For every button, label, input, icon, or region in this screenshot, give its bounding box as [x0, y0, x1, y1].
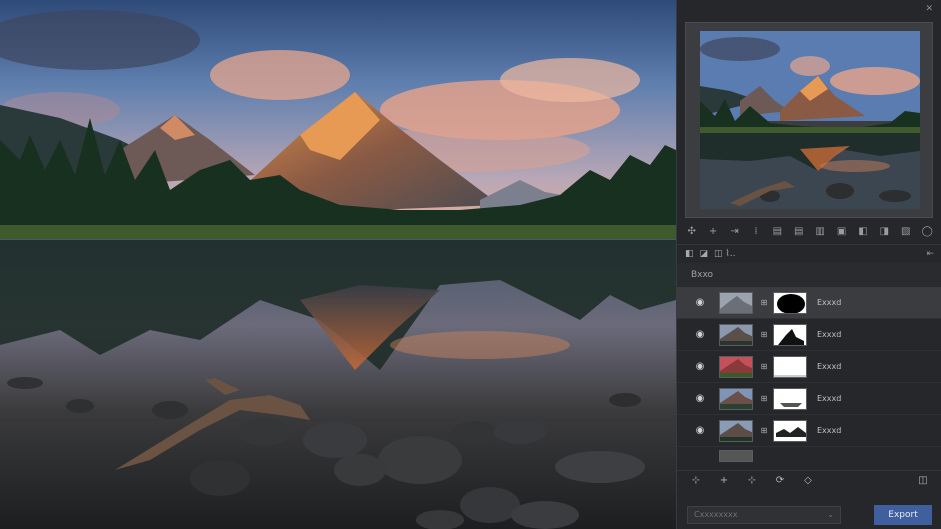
- tab-paths[interactable]: ◫ ⌇..: [714, 249, 735, 259]
- close-icon[interactable]: ✕: [925, 4, 933, 14]
- image-canvas[interactable]: [0, 0, 676, 529]
- layer-name: Exxxd: [817, 362, 842, 371]
- layer-row-3[interactable]: ◉ ⊞ Exxxd: [677, 351, 941, 383]
- move-tool-icon[interactable]: ✣: [685, 224, 699, 238]
- layer-thumbnail: [719, 387, 753, 410]
- chevron-down-icon: ⌄: [827, 510, 834, 519]
- filter-icon[interactable]: ▧: [899, 224, 913, 238]
- layer-mask-thumbnail: [773, 291, 807, 314]
- layer-list: ◉ ⊞ Exxxd ◉ ⊞ Exxxd ◉ ⊞ Exxxd ◉ ⊞ Exxxd …: [677, 287, 941, 465]
- add-layer-icon[interactable]: +: [717, 474, 731, 488]
- link-icon[interactable]: ⊞: [759, 298, 769, 307]
- layer-actions-bar: ⊹ + ⊹ ⟳ ◇ ◫: [677, 470, 941, 490]
- layer-tabs: ◧ ◪ ◫ ⌇.. ⇤: [677, 244, 941, 262]
- layers-header: Bxxo: [677, 263, 941, 287]
- layer-mask-thumbnail: [773, 387, 807, 410]
- add-icon[interactable]: +: [706, 224, 720, 238]
- layers-panel: ✕ ✣ + ⇥ ⁞ ▤ ▤ ▥ ▣ ◧ ◨ ▧ ◯ ◧ ◪ ◫ ⌇.. ⇤ Bx…: [676, 0, 941, 529]
- export-footer: Cxxxxxxxx ⌄ Export: [677, 500, 941, 529]
- more-icon[interactable]: ⁞: [749, 224, 763, 238]
- shape-icon[interactable]: ◇: [801, 474, 815, 488]
- visibility-eye-icon[interactable]: ◉: [693, 361, 707, 372]
- layer-mask-thumbnail: [773, 419, 807, 442]
- navigator-preview[interactable]: [685, 22, 933, 218]
- circle-icon[interactable]: ◯: [920, 224, 934, 238]
- layer-thumbnail: [719, 291, 753, 314]
- visibility-eye-icon[interactable]: ◉: [693, 393, 707, 404]
- document-alt-icon[interactable]: ▤: [792, 224, 806, 238]
- navigator-thumbnail: [700, 31, 920, 209]
- panel-toolbar: ✣ + ⇥ ⁞ ▤ ▤ ▥ ▣ ◧ ◨ ▧ ◯: [677, 221, 941, 241]
- link-icon[interactable]: ⊞: [759, 426, 769, 435]
- layer-thumbnail: [719, 419, 753, 442]
- rotate-icon[interactable]: ⟳: [773, 474, 787, 488]
- layer-name: Exxxd: [817, 426, 842, 435]
- layer-thumbnail: [719, 450, 753, 462]
- export-format-value: Cxxxxxxxx: [694, 510, 738, 519]
- tab-layers[interactable]: ◧: [685, 249, 694, 259]
- adjust-icon[interactable]: ◨: [877, 224, 891, 238]
- layer-row-partial[interactable]: [677, 447, 941, 465]
- layer-row-1[interactable]: ◉ ⊞ Exxxd: [677, 287, 941, 319]
- visibility-eye-icon[interactable]: ◉: [693, 425, 707, 436]
- layer-mask-thumbnail: [773, 355, 807, 378]
- link-icon[interactable]: ⊞: [759, 362, 769, 371]
- layer-thumbnail: [719, 355, 753, 378]
- layer-thumbnail: [719, 323, 753, 346]
- panel-titlebar: ✕: [677, 0, 941, 18]
- trash-icon[interactable]: ◫: [916, 474, 930, 488]
- export-format-select[interactable]: Cxxxxxxxx ⌄: [687, 505, 841, 524]
- columns-icon[interactable]: ▥: [813, 224, 827, 238]
- export-button[interactable]: Export: [874, 504, 932, 525]
- visibility-eye-icon[interactable]: ◉: [693, 329, 707, 340]
- visibility-eye-icon[interactable]: ◉: [693, 297, 707, 308]
- layers-header-label: Bxxo: [691, 270, 714, 280]
- adjustment-icon[interactable]: ⊹: [745, 474, 759, 488]
- link-icon[interactable]: ⊞: [759, 394, 769, 403]
- layer-name: Exxxd: [817, 394, 842, 403]
- photo-editor-app: ✕ ✣ + ⇥ ⁞ ▤ ▤ ▥ ▣ ◧ ◨ ▧ ◯ ◧ ◪ ◫ ⌇.. ⇤ Bx…: [0, 0, 941, 529]
- document-icon[interactable]: ▤: [770, 224, 784, 238]
- layer-row-2[interactable]: ◉ ⊞ Exxxd: [677, 319, 941, 351]
- layer-row-4[interactable]: ◉ ⊞ Exxxd: [677, 383, 941, 415]
- collapse-icon[interactable]: ⇤: [926, 249, 934, 259]
- mask-icon[interactable]: ◧: [856, 224, 870, 238]
- layer-name: Exxxd: [817, 298, 842, 307]
- layer-row-5[interactable]: ◉ ⊞ Exxxd: [677, 415, 941, 447]
- layer-mask-thumbnail: [773, 323, 807, 346]
- tab-channels[interactable]: ◪: [700, 249, 709, 259]
- layer-name: Exxxd: [817, 330, 842, 339]
- link-icon[interactable]: ⊞: [759, 330, 769, 339]
- align-icon[interactable]: ⇥: [728, 224, 742, 238]
- link-layers-icon[interactable]: ⊹: [689, 474, 703, 488]
- frame-icon[interactable]: ▣: [835, 224, 849, 238]
